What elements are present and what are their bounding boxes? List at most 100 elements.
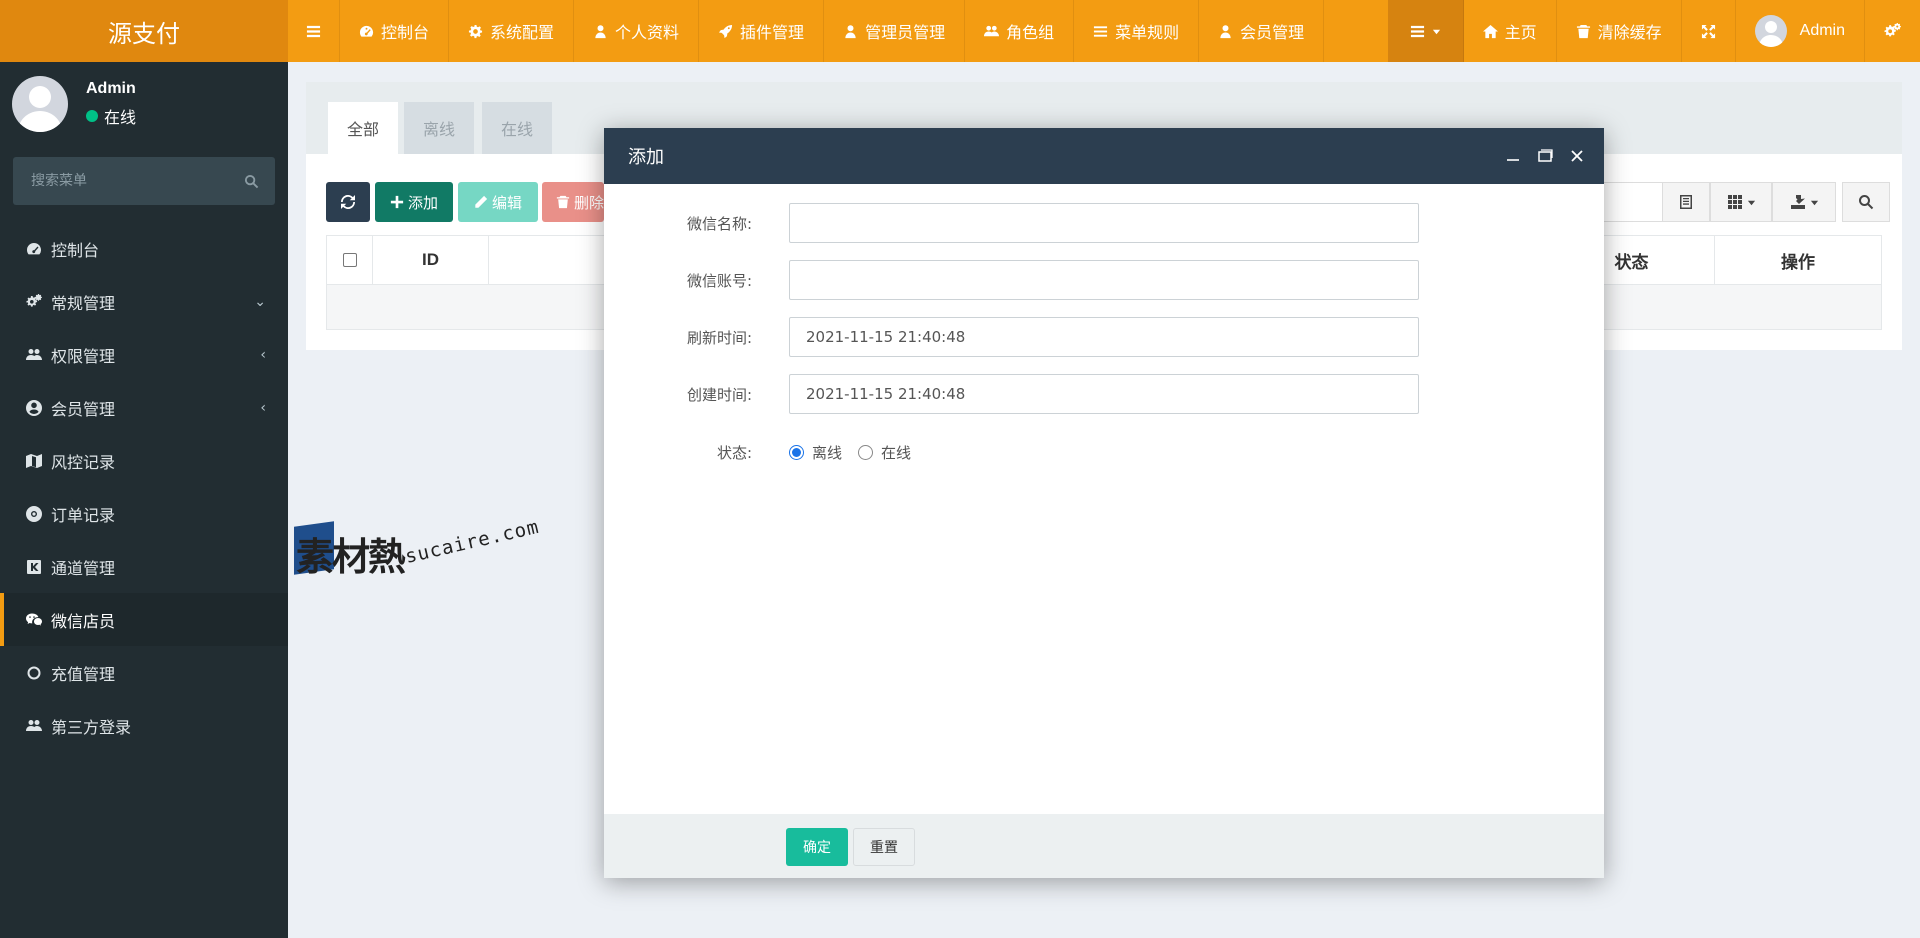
user-name: Admin — [86, 80, 136, 97]
refresh-time-input[interactable] — [789, 317, 1419, 357]
edit-button[interactable]: 编辑 — [458, 182, 538, 222]
watermark-text: 素材熱 — [296, 535, 406, 579]
status-radio-online[interactable]: 在线 — [858, 442, 911, 463]
edit-button-label: 编辑 — [491, 193, 522, 212]
minimize-icon[interactable] — [1504, 147, 1522, 165]
search-icon — [1859, 195, 1874, 210]
sidebar-item-label: 会员管理 — [51, 399, 116, 419]
topnav-item-roles[interactable]: 角色组 — [965, 0, 1075, 62]
maximize-icon[interactable] — [1536, 147, 1554, 165]
close-icon[interactable] — [1568, 147, 1586, 165]
settings-button[interactable] — [1865, 0, 1920, 62]
sidebar-item-permissions[interactable]: 权限管理 ‹ — [0, 328, 288, 381]
tab-online[interactable]: 在线 — [482, 102, 552, 154]
default-avatar-icon — [1758, 21, 1783, 47]
add-button[interactable]: 添加 — [375, 182, 453, 222]
sidebar-item-label: 订单记录 — [51, 505, 116, 525]
chrome-icon — [26, 505, 42, 522]
search-icon[interactable] — [244, 174, 259, 189]
brand-logo[interactable]: 源支付 — [0, 0, 288, 62]
form-row-create-time: 创建时间: — [604, 374, 1604, 414]
wechat-name-input[interactable] — [789, 203, 1419, 243]
map-icon — [26, 453, 42, 468]
create-time-input[interactable] — [789, 374, 1419, 414]
dialog-header: 添加 — [604, 128, 1604, 184]
sidebar-item-general[interactable]: 常规管理 ⌄ — [0, 275, 288, 328]
sidebar-item-orders[interactable]: 订单记录 — [0, 487, 288, 540]
topnav-item-profile[interactable]: 个人资料 — [574, 0, 700, 62]
delete-button[interactable]: 删除 — [542, 182, 604, 222]
tab-all[interactable]: 全部 — [328, 102, 398, 154]
wechat-account-input[interactable] — [789, 260, 1419, 300]
user-circle-icon — [26, 399, 42, 416]
field-label: 微信名称: — [686, 214, 752, 233]
cogs-icon — [26, 293, 42, 307]
tab-offline[interactable]: 离线 — [404, 102, 474, 154]
topnav-item-members[interactable]: 会员管理 — [1199, 0, 1325, 62]
refresh-icon — [341, 195, 355, 209]
sidebar-item-label: 微信店员 — [51, 611, 116, 631]
sidebar-item-label: 权限管理 — [51, 346, 116, 366]
sidebar-item-risk[interactable]: 风控记录 — [0, 434, 288, 487]
select-all-checkbox[interactable] — [342, 253, 357, 267]
sidebar-item-members[interactable]: 会员管理 ‹ — [0, 381, 288, 434]
user-status-text: 在线 — [104, 108, 137, 127]
field-label: 创建时间: — [686, 385, 752, 404]
topnav-label: 系统配置 — [490, 23, 555, 42]
topnav-item-dashboard[interactable]: 控制台 — [340, 0, 450, 62]
group-icon — [984, 25, 1000, 36]
sidebar-item-channels[interactable]: 通道管理 — [0, 540, 288, 593]
user-menu[interactable]: Admin — [1736, 0, 1865, 62]
topnav-item-admins[interactable]: 管理员管理 — [824, 0, 966, 62]
topnav-item-plugins[interactable]: 插件管理 — [699, 0, 825, 62]
form-row-wechat-name: 微信名称: — [604, 203, 1604, 243]
avatar — [1754, 15, 1787, 47]
column-header-id[interactable]: ID — [373, 236, 489, 284]
caret-down-icon — [1747, 200, 1755, 205]
sidebar-item-wechat-clerk[interactable]: 微信店员 — [0, 593, 288, 646]
watermark-url: sucaire.com — [403, 515, 542, 568]
search-button[interactable] — [1842, 182, 1890, 222]
topnav-spacer — [1324, 0, 1387, 62]
refresh-button[interactable] — [326, 182, 370, 222]
default-avatar-icon — [18, 86, 62, 132]
trash-icon — [1576, 24, 1590, 38]
topnav-label: 管理员管理 — [865, 23, 946, 42]
status-radio-offline[interactable]: 离线 — [789, 442, 842, 463]
topnav-item-menu-rules[interactable]: 菜单规则 — [1074, 0, 1200, 62]
columns-dropdown[interactable] — [1710, 182, 1772, 222]
topnav-more-dropdown[interactable] — [1387, 0, 1464, 62]
fullscreen-button[interactable] — [1682, 0, 1736, 62]
export-icon — [1790, 195, 1805, 209]
sidebar-item-label: 第三方登录 — [51, 717, 132, 737]
list-icon — [1094, 25, 1108, 37]
topnav-item-system-config[interactable]: 系统配置 — [449, 0, 575, 62]
topnav-label: 控制台 — [381, 23, 430, 42]
sidebar-item-dashboard[interactable]: 控制台 — [0, 222, 288, 275]
toggle-view-button[interactable] — [1662, 182, 1710, 222]
wechat-icon — [26, 613, 42, 626]
select-all-cell — [327, 236, 373, 284]
sidebar-item-label: 控制台 — [51, 240, 100, 260]
confirm-button[interactable]: 确定 — [786, 828, 848, 866]
export-dropdown[interactable] — [1772, 182, 1836, 222]
form-row-refresh-time: 刷新时间: — [604, 317, 1604, 357]
home-link[interactable]: 主页 — [1464, 0, 1557, 62]
group-icon — [26, 348, 42, 360]
topnav-label: 个人资料 — [615, 23, 680, 42]
reset-button[interactable]: 重置 — [853, 828, 915, 866]
online-dot-icon — [86, 110, 98, 122]
cogs-icon — [1884, 22, 1901, 36]
pencil-icon — [474, 195, 488, 209]
sidebar-item-third-party-login[interactable]: 第三方登录 — [0, 699, 288, 752]
clear-cache-button[interactable]: 清除缓存 — [1557, 0, 1682, 62]
sidebar-search-input[interactable] — [29, 172, 229, 190]
user-icon — [845, 24, 856, 38]
chevron-left-icon: ‹ — [260, 346, 266, 363]
sidebar-toggle-button[interactable] — [288, 0, 340, 62]
clear-cache-label: 清除缓存 — [1597, 23, 1662, 42]
sidebar-item-recharge[interactable]: 充值管理 — [0, 646, 288, 699]
table-search-input-edge[interactable] — [1602, 182, 1662, 222]
group-icon — [26, 719, 42, 731]
user-icon — [595, 24, 606, 38]
